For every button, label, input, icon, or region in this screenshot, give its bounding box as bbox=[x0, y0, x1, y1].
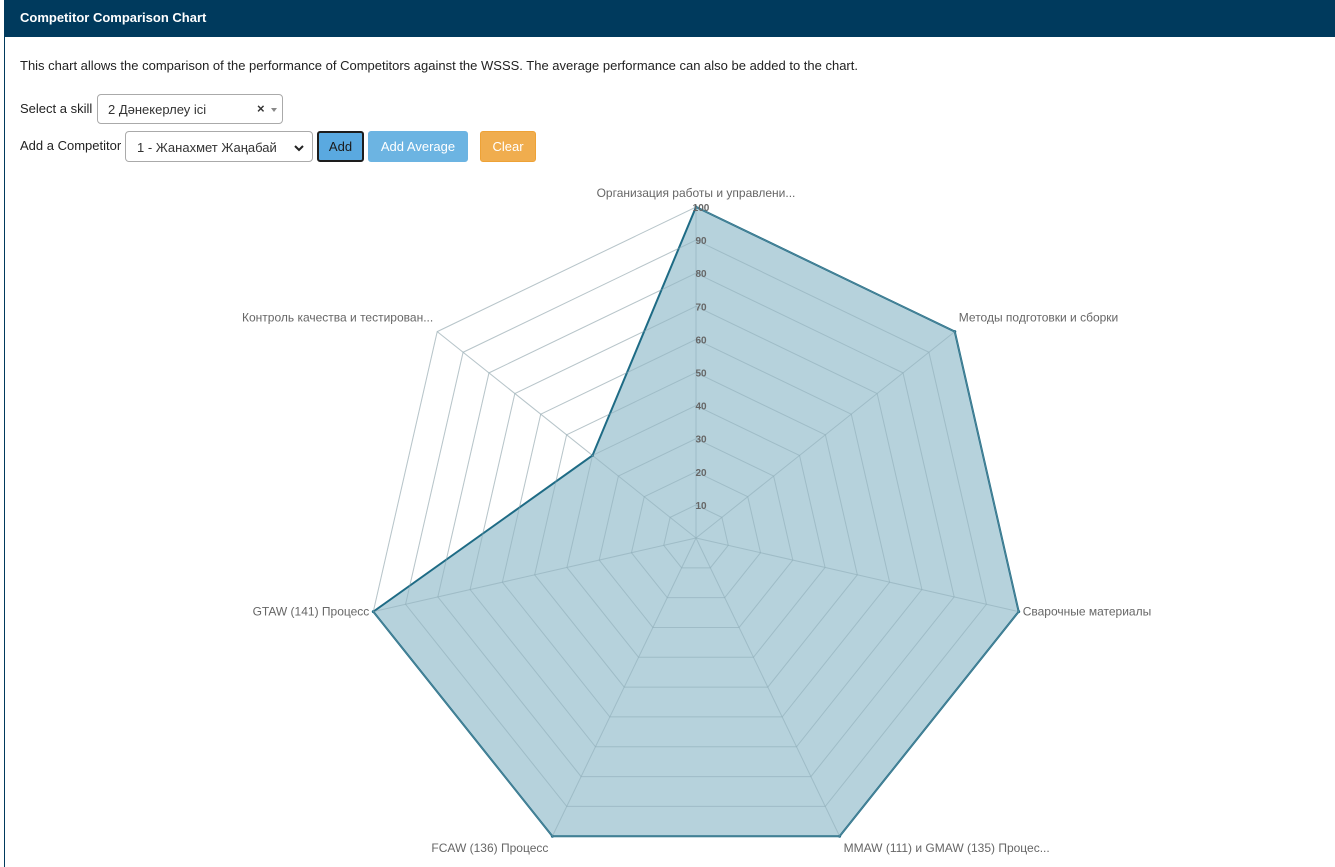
axis-label: FCAW (136) Процесс bbox=[431, 841, 548, 855]
tick-label: 30 bbox=[695, 435, 707, 446]
radar-chart: 10 20 30 40 50 60 70 80 90 100 Организация работы … bbox=[242, 186, 1152, 855]
tick-label: 40 bbox=[695, 402, 707, 413]
tick-label: 100 bbox=[693, 203, 710, 214]
tick-label: 60 bbox=[695, 335, 707, 346]
axis-label: Методы подготовки и сборки bbox=[959, 311, 1118, 325]
tick-label: 50 bbox=[695, 369, 707, 380]
chart-panel: Competitor Comparison Chart This chart a… bbox=[4, 0, 1335, 867]
axis-label: Контроль качества и тестирован... bbox=[242, 311, 433, 325]
axis-label: MMAW (111) и GMAW (135) Процес... bbox=[844, 841, 1050, 855]
tick-label: 90 bbox=[695, 236, 707, 247]
axis-label: Организация работы и управлени... bbox=[597, 186, 796, 200]
tick-label: 20 bbox=[695, 468, 707, 479]
tick-label: 70 bbox=[695, 302, 707, 313]
axis-label: GTAW (141) Процесс bbox=[253, 605, 370, 619]
tick-label: 10 bbox=[695, 501, 707, 512]
tick-label: 80 bbox=[695, 269, 707, 280]
axis-label: Сварочные материалы bbox=[1023, 605, 1152, 619]
